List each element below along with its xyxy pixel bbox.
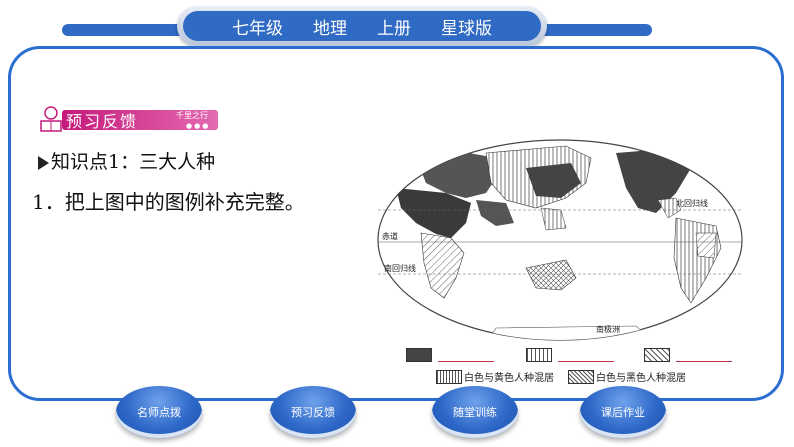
legend-swatch-diagonal	[644, 348, 670, 362]
question-text: 1．把上图中的图例补充完整。	[32, 190, 305, 214]
world-race-map: 北回归线 赤道 南回归线 南极洲	[377, 139, 743, 341]
antarctica-label: 南极洲	[596, 324, 620, 334]
legend-blank-2[interactable]	[558, 361, 614, 362]
legend-swatch-dark	[406, 348, 432, 362]
nav-button-class-practice[interactable]: 随堂训练	[432, 386, 518, 438]
nav-button-teacher-tips[interactable]: 名师点拨	[116, 386, 202, 438]
legend-swatch-vertical	[526, 348, 552, 362]
legend-white-yellow-label: 白色与黄色人种混居	[464, 373, 554, 384]
triangle-bullet-icon	[38, 156, 49, 170]
legend-swatch-white-yellow	[436, 370, 462, 384]
equator-label: 赤道	[382, 231, 398, 241]
north-tropic-label: 北回归线	[676, 198, 708, 208]
nav-button-homework[interactable]: 课后作业	[580, 386, 666, 438]
section-subtitle: 千里之行	[176, 111, 208, 120]
header-grade: 七年级	[232, 18, 283, 39]
map-legend: 白色与黄色人种混居 白色与黑色人种混居	[400, 345, 750, 389]
south-tropic-label: 南回归线	[384, 263, 416, 273]
legend-blank-1[interactable]	[438, 361, 494, 362]
header-pill: 七年级 地理 上册 星球版	[177, 6, 547, 46]
header-subject: 地理	[313, 18, 347, 39]
header-edition: 星球版	[441, 18, 492, 39]
header-volume: 上册	[377, 18, 411, 39]
legend-blank-3[interactable]	[676, 361, 732, 362]
knowledge-point: 知识点1：三大人种	[38, 147, 215, 174]
legend-white-black-label: 白色与黑色人种混居	[596, 373, 686, 384]
nav-button-preview-feedback[interactable]: 预习反馈	[270, 386, 356, 438]
section-dots: ●●●	[186, 122, 211, 130]
section-badge: 预习反馈 千里之行 ●●●	[36, 104, 218, 134]
legend-swatch-white-black	[568, 370, 594, 384]
knowledge-point-text: 知识点1：三大人种	[51, 151, 216, 173]
section-title: 预习反馈	[66, 112, 139, 131]
